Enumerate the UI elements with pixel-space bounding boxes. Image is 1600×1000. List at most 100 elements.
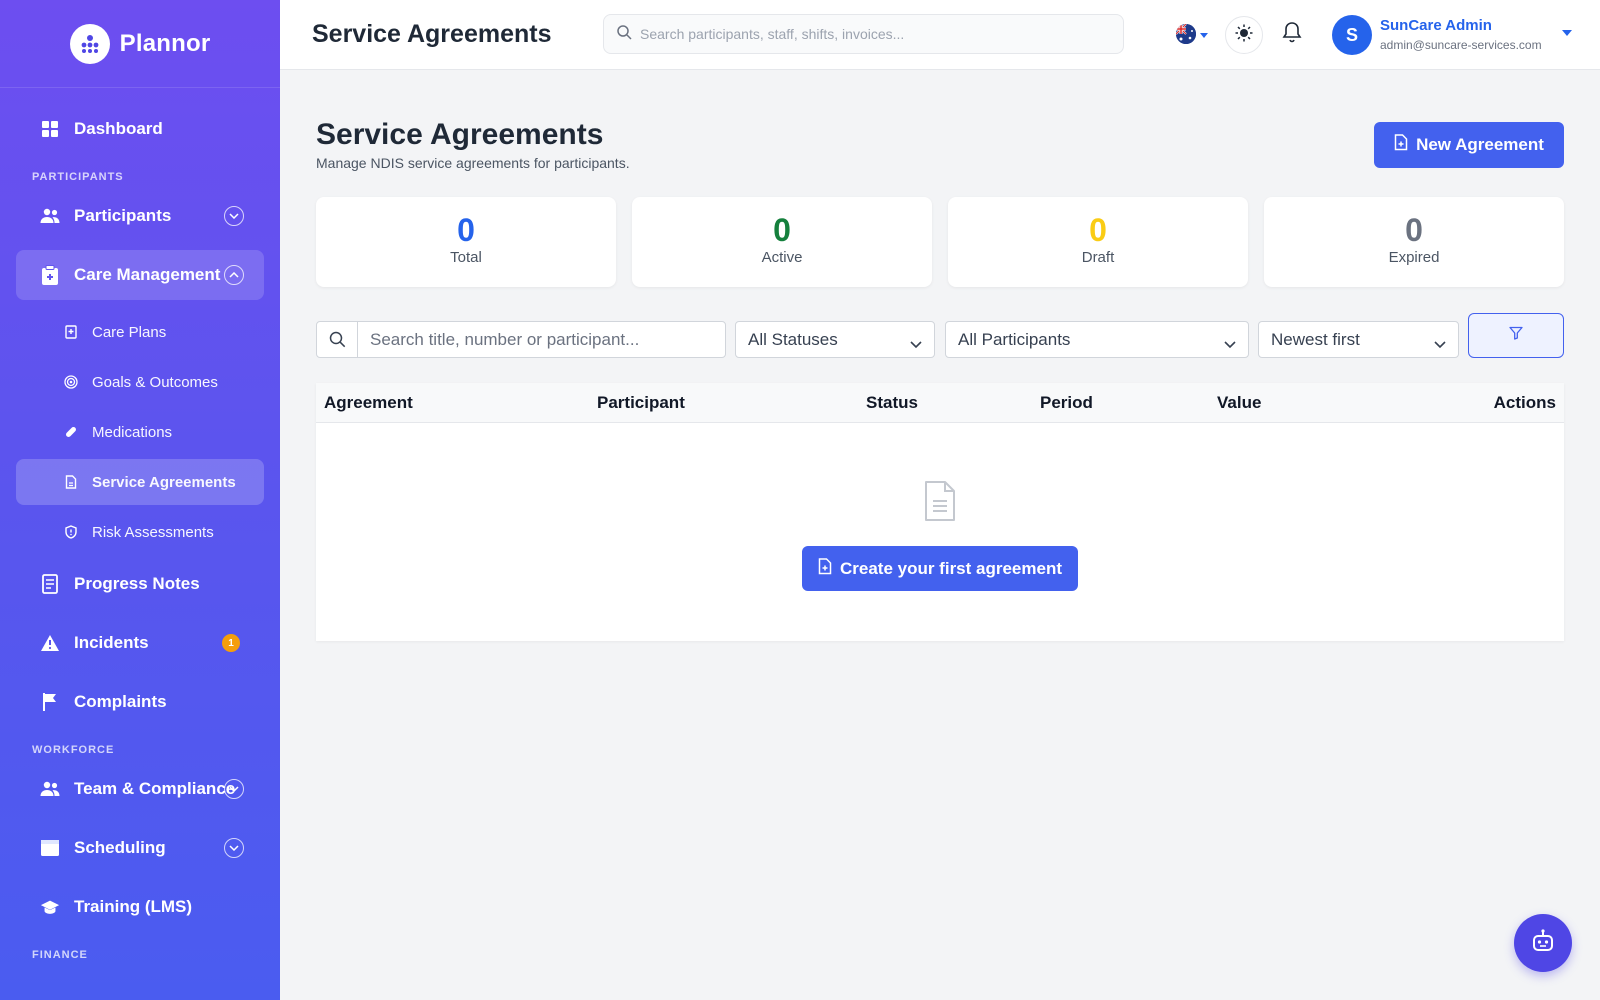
- sidebar-item-label: Training (LMS): [74, 897, 193, 916]
- stat-label: Active: [761, 249, 803, 266]
- brand[interactable]: Plannor: [0, 0, 280, 88]
- stat-card-draft: 0 Draft: [948, 197, 1248, 287]
- stat-label: Expired: [1388, 249, 1440, 266]
- assistant-chat-button[interactable]: [1514, 914, 1572, 972]
- theme-toggle-button[interactable]: [1225, 16, 1263, 54]
- avatar[interactable]: S: [1332, 15, 1372, 55]
- stat-card-expired: 0 Expired: [1264, 197, 1564, 287]
- page-title: Service Agreements: [316, 118, 604, 151]
- participant-filter-select[interactable]: All Participants: [945, 321, 1249, 358]
- stat-value: 0: [773, 212, 791, 248]
- sidebar-item-label: Complaints: [74, 692, 167, 711]
- calendar-icon: [40, 838, 60, 858]
- sidebar-item-progress-notes[interactable]: Progress Notes: [16, 559, 264, 609]
- filter-button[interactable]: [1468, 313, 1564, 358]
- column-header-status[interactable]: Status: [866, 393, 918, 413]
- sidebar-item-label: Service Agreements: [92, 473, 236, 491]
- participant-filter-value: All Participants: [958, 329, 1071, 349]
- dashboard-icon: [40, 119, 60, 139]
- brand-logo-icon: [69, 23, 110, 64]
- agreement-search-input[interactable]: [358, 322, 718, 357]
- chevron-down-icon[interactable]: [224, 779, 244, 799]
- brand-name: Plannor: [119, 29, 211, 57]
- sidebar: Plannor Dashboard PARTICIPANTS Participa…: [0, 0, 280, 1000]
- clipboard-icon: [40, 265, 60, 285]
- sidebar-item-training[interactable]: Training (LMS): [16, 882, 264, 932]
- sidebar-item-risk-assessments[interactable]: Risk Assessments: [16, 509, 264, 555]
- column-header-period[interactable]: Period: [1040, 393, 1093, 413]
- sidebar-section-finance: FINANCE: [32, 949, 88, 961]
- sidebar-item-participants[interactable]: Participants: [16, 191, 264, 241]
- new-agreement-label: New Agreement: [1416, 135, 1544, 154]
- graduation-cap-icon: [40, 897, 60, 917]
- user-email: admin@suncare-services.com: [1380, 38, 1542, 52]
- stat-label: Draft: [1081, 249, 1115, 266]
- chevron-down-icon[interactable]: [224, 206, 244, 226]
- chevron-down-icon: [1224, 334, 1236, 354]
- shield-icon: [64, 525, 78, 539]
- chevron-down-icon[interactable]: [224, 838, 244, 858]
- column-header-value[interactable]: Value: [1217, 393, 1261, 413]
- sidebar-item-complaints[interactable]: Complaints: [16, 677, 264, 727]
- sidebar-item-label: Risk Assessments: [92, 523, 214, 541]
- search-icon: [317, 322, 358, 357]
- sidebar-item-medications[interactable]: Medications: [16, 409, 264, 455]
- sidebar-item-care-management[interactable]: Care Management: [16, 250, 264, 300]
- bell-icon: [1282, 21, 1302, 48]
- global-search[interactable]: [603, 14, 1124, 54]
- sidebar-item-team-compliance[interactable]: Team & Compliance: [16, 764, 264, 814]
- sort-select[interactable]: Newest first: [1258, 321, 1459, 358]
- caret-down-icon: [1200, 25, 1208, 43]
- warning-icon: [40, 633, 60, 653]
- australia-flag-icon: [1176, 24, 1196, 44]
- header-title: Service Agreements: [312, 20, 552, 48]
- chevron-up-icon[interactable]: [224, 265, 244, 285]
- user-name[interactable]: SunCare Admin: [1380, 17, 1492, 34]
- create-first-agreement-label: Create your first agreement: [839, 558, 1063, 578]
- stat-card-total: 0 Total: [316, 197, 616, 287]
- sidebar-item-incidents[interactable]: Incidents 1: [16, 618, 264, 668]
- status-filter-select[interactable]: All Statuses: [735, 321, 935, 358]
- stat-card-active: 0 Active: [632, 197, 932, 287]
- sidebar-item-label: Incidents: [74, 633, 149, 652]
- file-plus-icon: [1394, 134, 1408, 156]
- sidebar-item-care-plans[interactable]: Care Plans: [16, 309, 264, 355]
- users-icon: [40, 206, 60, 226]
- table-header: Agreement Participant Status Period Valu…: [316, 383, 1564, 423]
- notes-icon: [40, 574, 60, 594]
- sidebar-item-label: Dashboard: [74, 119, 163, 138]
- care-plan-icon: [64, 325, 78, 339]
- chevron-down-icon: [910, 334, 922, 354]
- column-header-agreement[interactable]: Agreement: [324, 393, 413, 413]
- column-header-participant[interactable]: Participant: [597, 393, 685, 413]
- sidebar-item-scheduling[interactable]: Scheduling: [16, 823, 264, 873]
- document-icon: [64, 475, 78, 489]
- empty-document-icon: [924, 480, 956, 527]
- sort-value: Newest first: [1271, 329, 1360, 349]
- sidebar-item-service-agreements[interactable]: Service Agreements: [16, 459, 264, 505]
- filter-icon: [1509, 326, 1523, 345]
- column-header-actions: Actions: [1493, 393, 1556, 412]
- sidebar-item-dashboard[interactable]: Dashboard: [16, 104, 264, 154]
- file-plus-icon: [818, 557, 832, 580]
- create-first-agreement-button[interactable]: Create your first agreement: [802, 546, 1078, 591]
- notifications-button[interactable]: [1280, 21, 1304, 48]
- language-selector[interactable]: [1176, 24, 1208, 44]
- team-icon: [40, 779, 60, 799]
- status-filter-value: All Statuses: [748, 329, 838, 349]
- new-agreement-button[interactable]: New Agreement: [1374, 122, 1564, 168]
- agreement-search[interactable]: [316, 321, 726, 358]
- stat-value: 0: [1405, 212, 1423, 248]
- sidebar-section-workforce: WORKFORCE: [32, 744, 115, 756]
- robot-icon: [1529, 927, 1557, 960]
- search-icon: [616, 24, 632, 45]
- agreements-table: Agreement Participant Status Period Valu…: [316, 383, 1564, 641]
- target-icon: [64, 375, 78, 389]
- user-menu-caret-icon[interactable]: [1562, 30, 1572, 36]
- top-header: Service Agreements S SunCare Admin admin…: [280, 0, 1600, 70]
- sidebar-item-label: Goals & Outcomes: [92, 373, 218, 391]
- stat-value: 0: [457, 212, 475, 248]
- sidebar-item-goals-outcomes[interactable]: Goals & Outcomes: [16, 359, 264, 405]
- global-search-input[interactable]: [640, 26, 1100, 42]
- sidebar-item-label: Scheduling: [74, 838, 166, 857]
